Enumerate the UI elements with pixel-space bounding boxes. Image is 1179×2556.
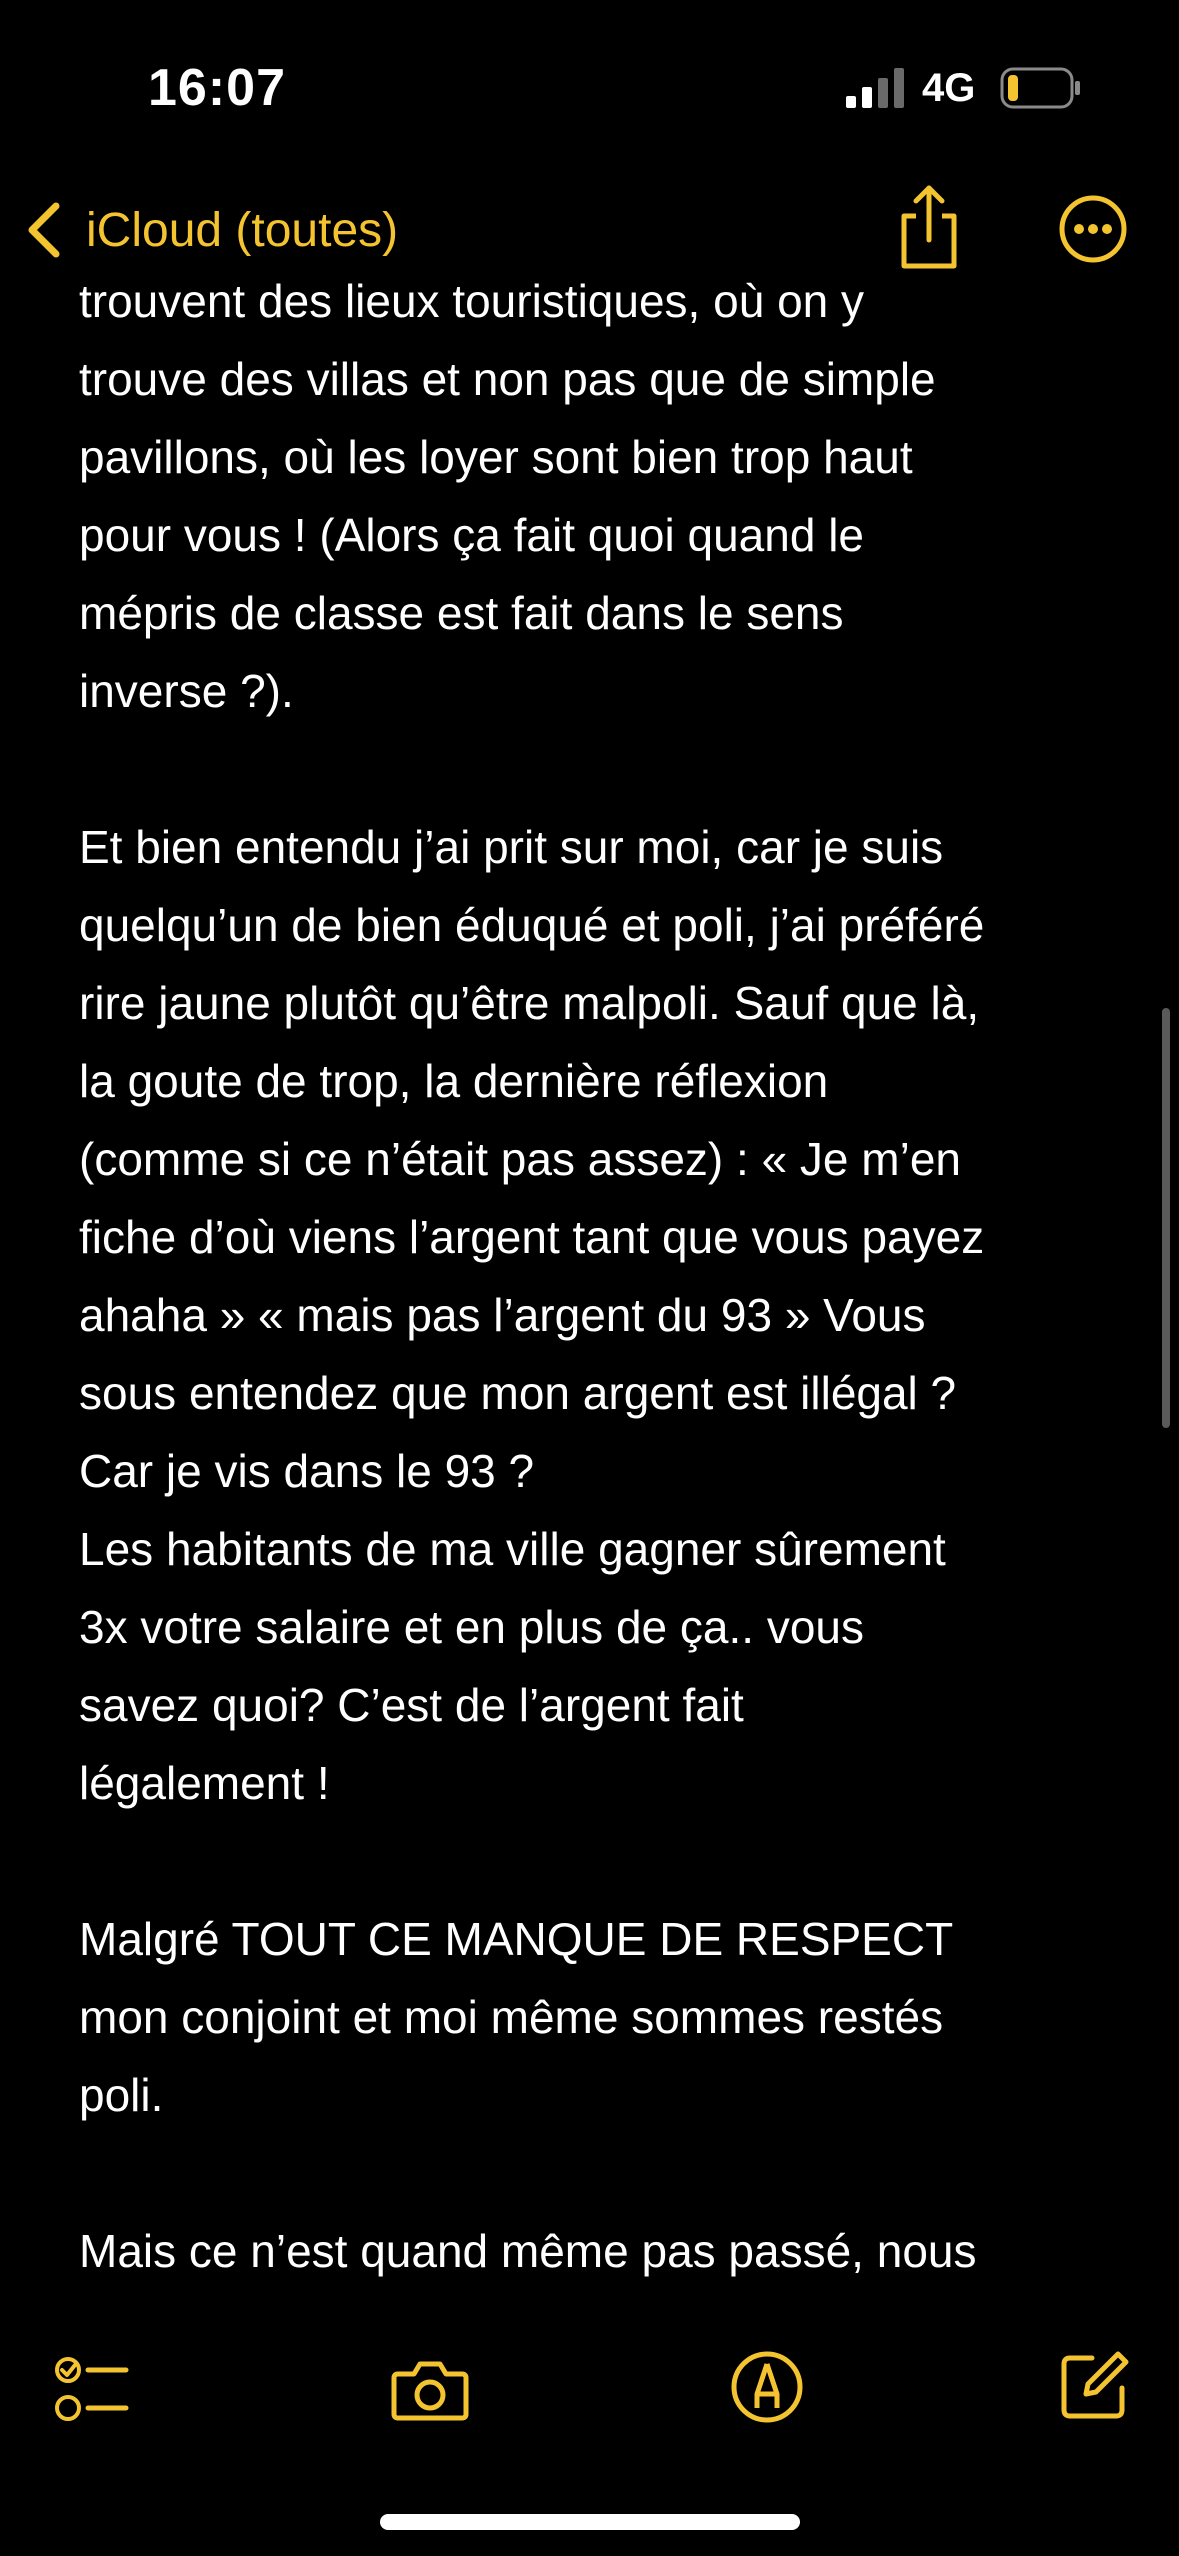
note-line: fiche d’où viens l’argent tant que vous …: [79, 1211, 985, 1263]
note-line: pour vous ! (Alors ça fait quoi quand le: [79, 509, 865, 561]
note-line: ahaha » « mais pas l’argent du 93 » Vous: [79, 1289, 926, 1341]
back-label: iCloud (toutes): [86, 203, 399, 257]
checklist-icon[interactable]: [54, 2354, 130, 2426]
ellipsis-circle-icon[interactable]: [1058, 194, 1128, 264]
home-indicator[interactable]: [380, 2514, 800, 2530]
note-line: Malgré TOUT CE MANQUE DE RESPECT: [79, 1913, 954, 1965]
note-line: quelqu’un de bien éduqué et poli, j’ai p…: [79, 899, 985, 951]
note-line: légalement !: [79, 1757, 330, 1809]
navigation-bar: iCloud (toutes): [0, 170, 1179, 290]
note-line: mépris de classe est fait dans le sens: [79, 587, 844, 639]
note-line: pavillons, où les loyer sont bien trop h…: [79, 431, 913, 483]
markup-pen-icon[interactable]: [730, 2350, 804, 2424]
share-icon[interactable]: [894, 182, 964, 272]
note-line: trouve des villas et non pas que de simp…: [79, 353, 936, 405]
note-line: la goute de trop, la dernière réflexion: [79, 1055, 829, 1107]
camera-icon[interactable]: [390, 2354, 470, 2424]
compose-icon[interactable]: [1058, 2348, 1132, 2422]
status-time: 16:07: [148, 59, 286, 117]
note-body[interactable]: trouvent des lieux touristiques, où on y…: [79, 262, 1109, 2290]
note-line: inverse ?).: [79, 665, 294, 717]
network-label: 4G: [922, 66, 976, 110]
note-line: Les habitants de ma ville gagner sûremen…: [79, 1523, 946, 1575]
note-blank-line: [79, 730, 1109, 808]
note-line: Mais ce n’est quand même pas passé, nous: [79, 2225, 977, 2277]
note-line: savez quoi? C’est de l’argent fait: [79, 1679, 744, 1731]
note-blank-line: [79, 2134, 1109, 2212]
back-button[interactable]: iCloud (toutes): [22, 192, 398, 268]
note-line: mon conjoint et moi même sommes restés: [79, 1991, 944, 2043]
scroll-indicator[interactable]: [1162, 1008, 1170, 1428]
note-line: (comme si ce n’était pas assez) : « Je m…: [79, 1133, 961, 1185]
note-line: sous entendez que mon argent est illégal…: [79, 1367, 957, 1419]
bottom-toolbar: [0, 2310, 1179, 2470]
note-line: rire jaune plutôt qu’être malpoli. Sauf …: [79, 977, 980, 1029]
note-line: poli.: [79, 2069, 164, 2121]
note-blank-line: [79, 1822, 1109, 1900]
note-line: 3x votre salaire et en plus de ça.. vous: [79, 1601, 864, 1653]
note-line: Car je vis dans le 93 ?: [79, 1445, 535, 1497]
status-bar: 16:07 4G: [0, 0, 1179, 170]
cellular-signal-icon: [846, 68, 904, 108]
chevron-left-icon: [28, 202, 60, 258]
note-line: Et bien entendu j’ai prit sur moi, car j…: [79, 821, 944, 873]
battery-low-icon: [1000, 67, 1080, 109]
